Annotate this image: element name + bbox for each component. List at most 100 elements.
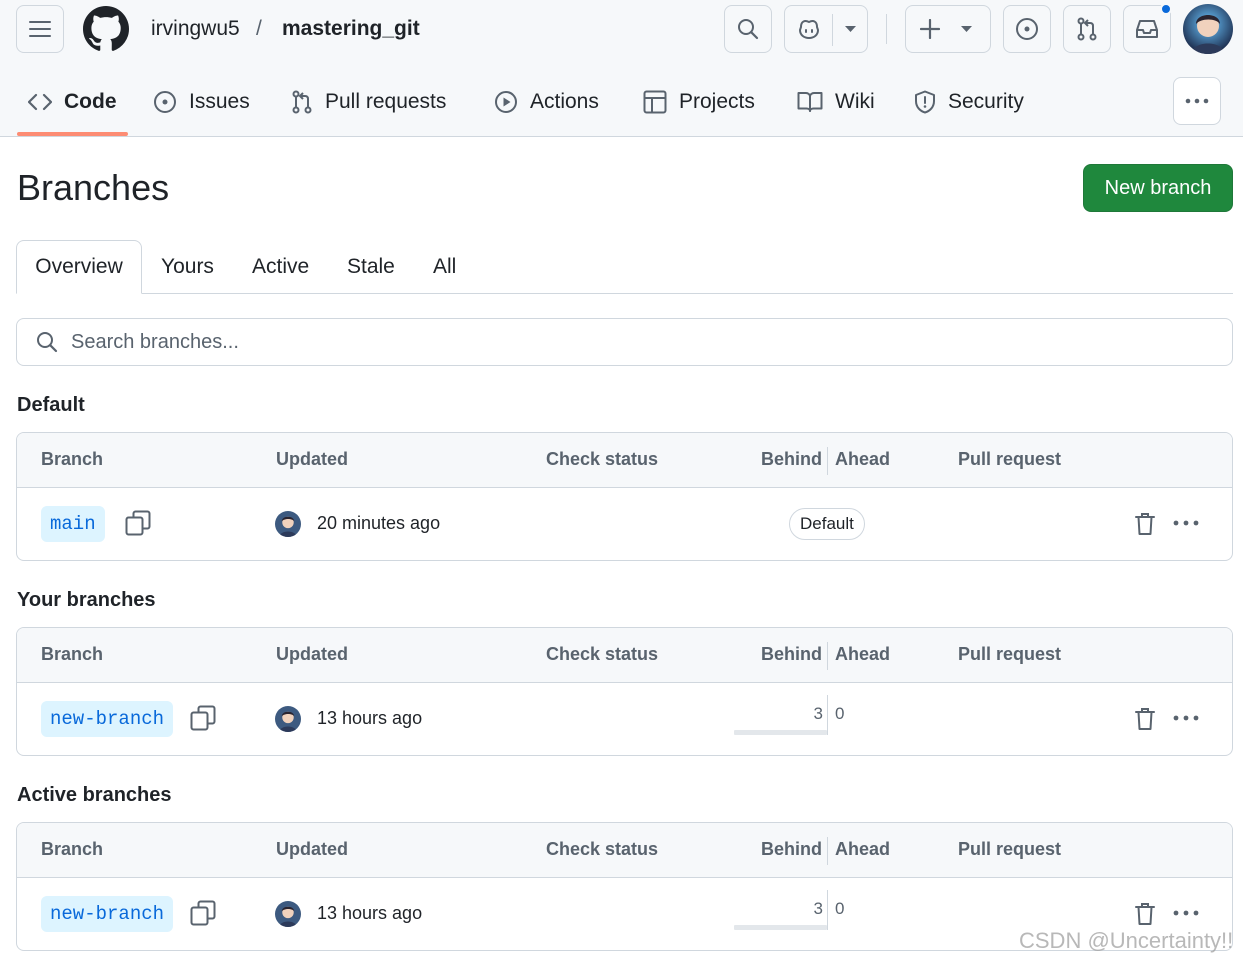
header-divider (886, 14, 887, 44)
shield-icon (915, 90, 935, 114)
table-row: new-branch 13 hours ago 3 0 (17, 683, 1232, 755)
more-nav-button[interactable] (1173, 77, 1221, 125)
column-header-behind: Behind (761, 644, 822, 664)
column-divider (827, 447, 828, 475)
table-header: Branch Updated Check status Behind Ahead… (17, 823, 1232, 878)
column-header-branch: Branch (41, 839, 104, 859)
behind-bar (734, 925, 827, 930)
branch-name-link[interactable]: new-branch (41, 701, 174, 737)
column-header-check-status: Check status (546, 644, 659, 664)
behind-bar (734, 730, 827, 735)
tab-issues[interactable]: Issues (153, 80, 250, 124)
section-title-active-branches: Active branches (17, 784, 172, 806)
new-branch-button[interactable]: New branch (1083, 164, 1233, 212)
plus-icon (920, 19, 940, 39)
search-branches-box[interactable] (16, 318, 1233, 366)
tab-issues-label: Issues (189, 90, 250, 113)
behind-count: 3 (813, 704, 823, 723)
table-icon (643, 90, 667, 114)
column-header-behind: Behind (761, 449, 822, 469)
author-avatar[interactable] (275, 706, 301, 732)
column-header-ahead: Ahead (835, 449, 891, 469)
github-logo-icon[interactable] (83, 6, 129, 52)
branches-table-default: Branch Updated Check status Behind Ahead… (16, 432, 1233, 561)
tab-wiki[interactable]: Wiki (797, 80, 875, 124)
code-icon (28, 93, 52, 111)
chevron-down-icon[interactable] (845, 26, 856, 33)
search-button[interactable] (724, 5, 772, 53)
kebab-horizontal-icon[interactable] (1173, 715, 1199, 721)
search-branches-input[interactable] (71, 330, 1171, 354)
section-title-your-branches: Your branches (17, 589, 156, 611)
trash-icon[interactable] (1135, 707, 1155, 731)
copy-icon[interactable] (190, 705, 216, 731)
app-header: irvingwu5 / mastering_git Code Issues Pu… (0, 0, 1243, 137)
pull-requests-button[interactable] (1063, 5, 1111, 53)
tab-all[interactable]: All (433, 240, 456, 294)
ahead-behind-divider (827, 695, 828, 735)
tab-yours[interactable]: Yours (161, 240, 214, 294)
column-header-check-status: Check status (546, 839, 659, 859)
hamburger-icon (29, 21, 51, 37)
column-header-updated: Updated (276, 449, 348, 469)
tab-pull-requests-label: Pull requests (325, 90, 447, 113)
inbox-icon (1136, 20, 1158, 38)
column-header-pull-request: Pull request (958, 644, 1062, 664)
tab-pull-requests[interactable]: Pull requests (291, 80, 446, 124)
breadcrumb-owner[interactable]: irvingwu5 (151, 16, 240, 42)
tab-actions[interactable]: Actions (494, 80, 599, 124)
branch-name-link[interactable]: new-branch (41, 896, 174, 932)
branches-table-yours: Branch Updated Check status Behind Ahead… (16, 627, 1233, 756)
tab-security[interactable]: Security (914, 80, 1024, 124)
tab-stale[interactable]: Stale (347, 240, 395, 294)
breadcrumb-repo[interactable]: mastering_git (282, 16, 420, 42)
column-header-ahead: Ahead (835, 644, 891, 664)
column-divider (827, 837, 828, 865)
updated-time: 13 hours ago (317, 903, 423, 923)
copy-icon[interactable] (125, 510, 151, 536)
breadcrumb-separator: / (256, 17, 262, 40)
ahead-count: 0 (835, 704, 845, 723)
tab-projects[interactable]: Projects (643, 80, 755, 124)
table-header: Branch Updated Check status Behind Ahead… (17, 433, 1232, 488)
notification-dot (1160, 3, 1172, 15)
author-avatar[interactable] (275, 901, 301, 927)
play-icon (495, 91, 517, 113)
copy-icon[interactable] (190, 900, 216, 926)
tab-actions-label: Actions (530, 90, 599, 113)
user-avatar[interactable] (1183, 4, 1233, 54)
issue-opened-icon (1016, 18, 1038, 40)
selected-tab-indicator (17, 132, 128, 136)
tab-security-label: Security (948, 90, 1024, 113)
updated-time: 20 minutes ago (317, 513, 441, 533)
column-header-branch: Branch (41, 449, 104, 469)
tab-wiki-label: Wiki (835, 90, 875, 113)
tab-projects-label: Projects (679, 90, 755, 113)
kebab-horizontal-icon[interactable] (1173, 910, 1199, 916)
menu-button[interactable] (16, 5, 64, 53)
tab-code-label: Code (64, 90, 117, 113)
tab-active[interactable]: Active (252, 240, 309, 294)
trash-icon[interactable] (1135, 512, 1155, 536)
column-header-branch: Branch (41, 644, 104, 664)
copilot-button[interactable] (784, 5, 868, 53)
default-badge: Default (789, 508, 865, 540)
create-new-button[interactable] (905, 5, 991, 53)
behind-count: 3 (813, 899, 823, 918)
issue-opened-icon (154, 91, 176, 113)
column-header-pull-request: Pull request (958, 839, 1062, 859)
table-header: Branch Updated Check status Behind Ahead… (17, 628, 1232, 683)
kebab-horizontal-icon[interactable] (1173, 520, 1199, 526)
column-header-ahead: Ahead (835, 839, 891, 859)
column-header-behind: Behind (761, 839, 822, 859)
copilot-icon (798, 20, 820, 40)
tab-code[interactable]: Code (28, 80, 117, 124)
branch-name-link[interactable]: main (41, 506, 105, 542)
author-avatar[interactable] (275, 511, 301, 537)
issues-button[interactable] (1003, 5, 1051, 53)
search-icon (37, 332, 58, 353)
tab-overview[interactable]: Overview (16, 240, 142, 294)
book-icon (797, 92, 823, 112)
search-icon (738, 19, 759, 40)
trash-icon[interactable] (1135, 902, 1155, 926)
